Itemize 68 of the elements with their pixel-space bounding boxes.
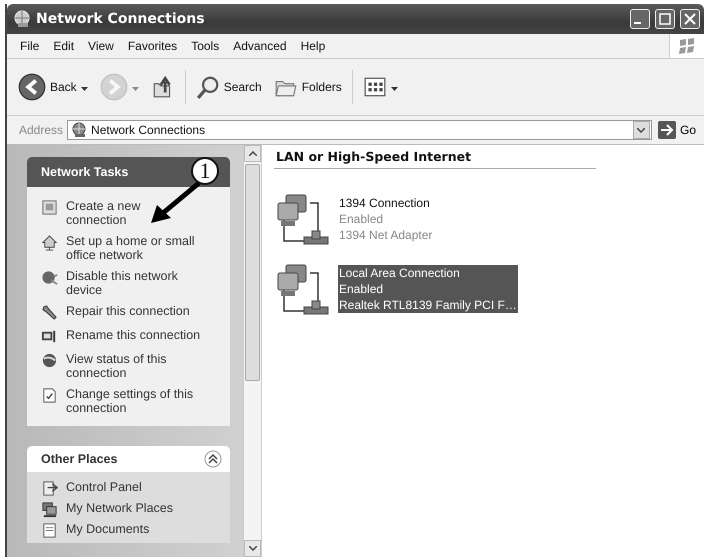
menu-item[interactable]: Edit [46,39,82,53]
task-link[interactable]: Control Panel [66,480,204,494]
menu-item[interactable]: Tools [184,39,226,53]
menu-item[interactable]: Help [294,39,332,53]
search-button[interactable]: Search [190,73,267,101]
dropdown-caret-icon [80,87,88,91]
network-globe-icon [13,10,31,28]
monitor-icon [41,328,58,345]
task-link[interactable]: My Documents [66,522,204,536]
globe-icon [41,269,58,286]
network-globe-icon [71,122,88,138]
dropdown-button[interactable] [632,121,650,139]
house-icon [41,234,58,251]
network-computers-icon [41,501,58,518]
maximize-button[interactable] [655,9,675,29]
go-button[interactable]: Go [656,121,698,139]
connection-status: Enabled [338,211,384,227]
task-link[interactable]: Repair this connection [66,304,204,318]
panel-title: Network Tasks [41,165,128,179]
adapter-name: Realtek RTL8139 Family PCI F… [338,297,518,313]
window-icon [41,199,58,216]
dropdown-caret-icon [390,87,398,91]
adapter-name: 1394 Net Adapter [338,227,434,243]
address-label: Address [19,123,64,137]
connection-item[interactable]: 1394 Connection Enabled 1394 Net Adapter [274,191,704,249]
connection-name: 1394 Connection [338,195,431,211]
group-heading: LAN or High-Speed Internet [274,149,596,169]
menu-item[interactable]: Advanced [226,39,294,53]
address-field[interactable]: Network Connections [67,120,652,140]
chevron-down-icon [248,546,256,551]
minimize-button[interactable] [630,9,650,29]
maximize-icon [659,13,671,25]
scroll-down-button[interactable] [244,540,261,557]
globe-icon [41,352,58,369]
task-link[interactable]: View status of this connection [66,352,204,380]
collapse-chevron-icon[interactable] [204,450,222,468]
back-button[interactable]: Back [13,71,93,103]
scroll-up-button[interactable] [244,145,261,162]
task-link[interactable]: Rename this connection [66,328,204,342]
task-link[interactable]: My Network Places [66,501,204,515]
chevron-up-icon [248,151,256,156]
document-check-icon [41,387,58,404]
menu-item[interactable]: Favorites [120,39,184,53]
search-icon [196,75,220,99]
wrench-icon [41,304,58,321]
panel-title: Other Places [41,452,118,466]
minimize-icon [634,22,640,24]
window-title: Network Connections [36,11,206,27]
task-link[interactable]: Create a new connection [66,199,204,227]
menu-item[interactable]: File [13,39,46,53]
callout-arrow [149,181,201,225]
close-button[interactable] [680,9,700,29]
views-icon [362,75,387,99]
menu-item[interactable]: View [81,39,121,53]
connection-item[interactable]: Local Area Connection Enabled Realtek RTL8139 Family PCI F… [274,261,704,319]
document-icon [41,522,58,539]
dropdown-caret-icon [132,87,139,91]
go-arrow-icon [658,121,676,139]
close-icon [684,13,696,25]
panel-header[interactable]: Other Places [27,446,230,472]
task-link[interactable]: Set up a home or small office network [66,234,204,262]
task-link[interactable]: Change settings of this connection [66,387,204,415]
task-link[interactable]: Disable this network device [66,269,204,297]
folders-button[interactable]: Folders [268,73,347,101]
windows-flag-icon [678,37,696,55]
scrollbar-thumb[interactable] [245,164,260,381]
control-panel-icon [41,480,58,497]
chevron-down-icon [637,128,646,132]
